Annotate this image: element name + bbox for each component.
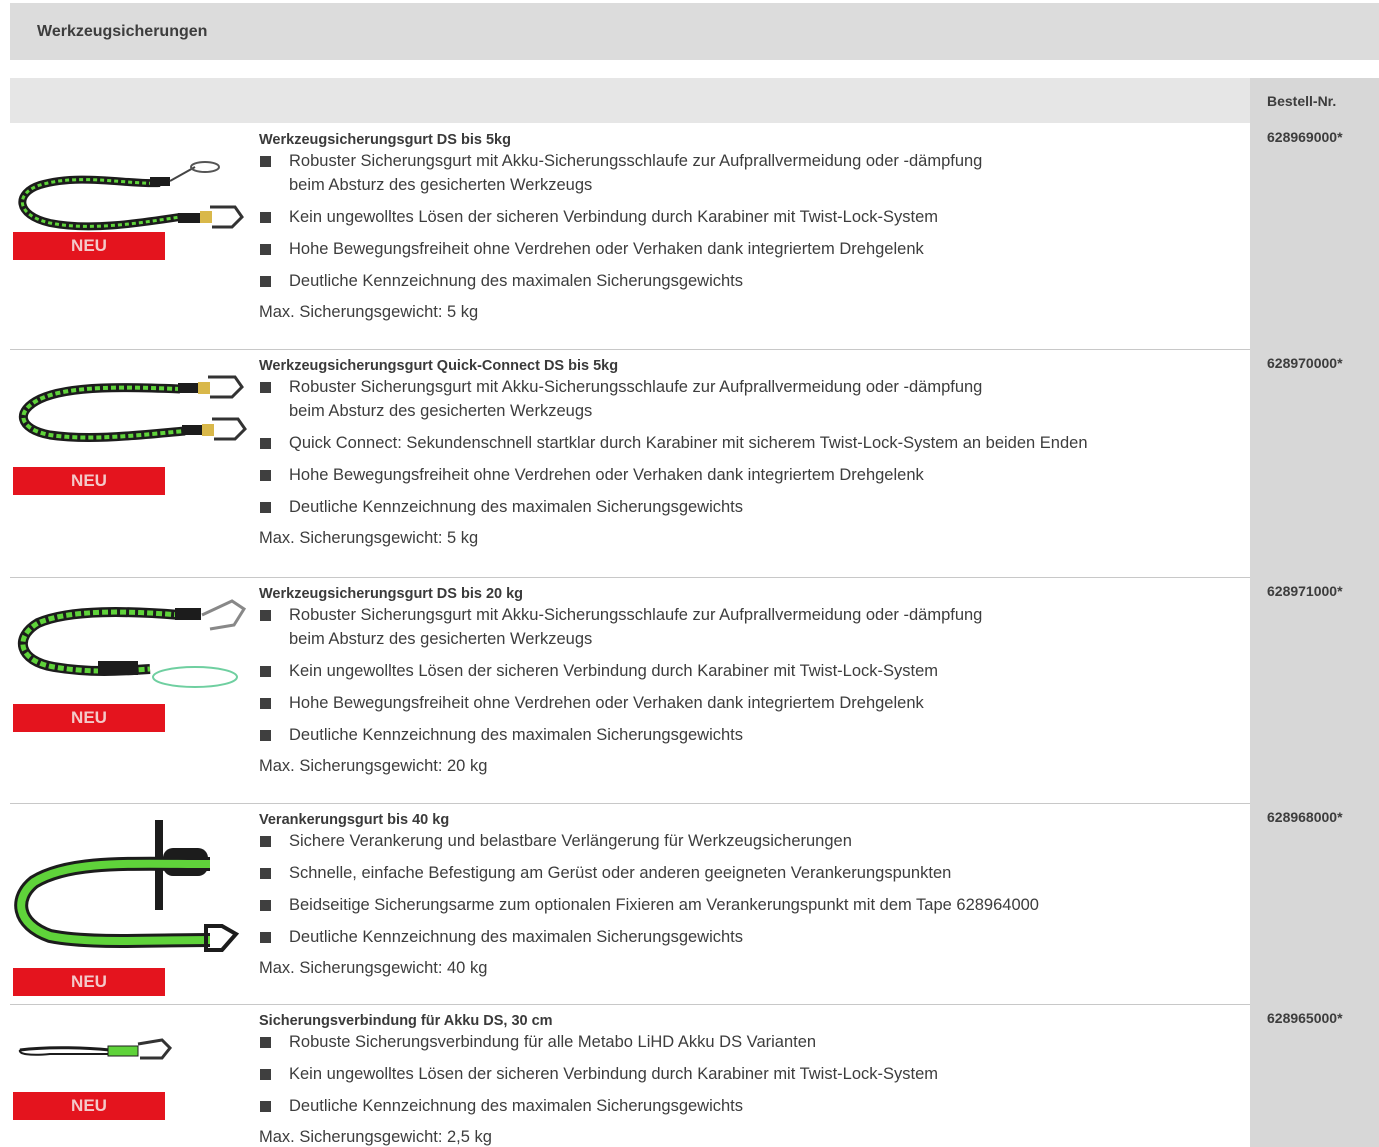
- product-image: NEU: [10, 1004, 250, 1147]
- max-weight: Max. Sicherungsgewicht: 20 kg: [259, 757, 488, 775]
- max-weight: Max. Sicherungsgewicht: 5 kg: [259, 529, 479, 547]
- product-image: NEU: [10, 577, 250, 803]
- new-badge: NEU: [13, 1092, 165, 1120]
- order-number: 628971000*: [1250, 577, 1379, 803]
- max-weight: Max. Sicherungsgewicht: 2,5 kg: [259, 1128, 492, 1146]
- bullet-square-icon: [260, 1101, 271, 1112]
- feature-bullet: Sichere Verankerung und belastbare Verlä…: [259, 829, 1249, 853]
- product-row: NEU Verankerungsgurt bis 40 kg Sichere V…: [10, 803, 1379, 1004]
- max-weight: Max. Sicherungsgewicht: 5 kg: [259, 303, 479, 321]
- quick-connect-lanyard-icon: [18, 375, 247, 443]
- feature-bullet: Hohe Bewegungsfreiheit ohne Verdrehen od…: [259, 463, 1249, 487]
- feature-bullet: Schnelle, einfache Befestigung am Gerüst…: [259, 861, 1249, 885]
- feature-bullet: Kein ungewolltes Lösen der sicheren Verb…: [259, 1062, 1249, 1086]
- feature-bullet: Robuste Sicherungsverbindung für alle Me…: [259, 1030, 1249, 1054]
- feature-bullet: Deutliche Kennzeichnung des maximalen Si…: [259, 495, 1249, 519]
- order-number: 628969000*: [1250, 123, 1379, 349]
- bullet-square-icon: [260, 470, 271, 481]
- product-title: Werkzeugsicherungsgurt Quick-Connect DS …: [259, 358, 619, 374]
- bullet-square-icon: [260, 276, 271, 287]
- feature-bullet: Deutliche Kennzeichnung des maximalen Si…: [259, 723, 1249, 747]
- battery-tether-icon: [18, 1038, 173, 1060]
- bullet-square-icon: [260, 244, 271, 255]
- bullet-square-icon: [260, 932, 271, 943]
- bullet-square-icon: [260, 156, 271, 167]
- product-image: NEU: [10, 803, 250, 1004]
- product-row: NEU Werkzeugsicherungsgurt DS bis 20 kg …: [10, 577, 1379, 803]
- new-badge: NEU: [13, 232, 165, 260]
- feature-bullet: Hohe Bewegungsfreiheit ohne Verdrehen od…: [259, 691, 1249, 715]
- order-number: 628968000*: [1250, 803, 1379, 1004]
- order-number: 628970000*: [1250, 349, 1379, 577]
- bullet-square-icon: [260, 382, 271, 393]
- product-title: Werkzeugsicherungsgurt DS bis 20 kg: [259, 586, 524, 602]
- heavy-lanyard-icon: [17, 599, 247, 688]
- product-row: NEU Sicherungsverbindung für Akku DS, 30…: [10, 1004, 1379, 1147]
- bullet-square-icon: [260, 868, 271, 879]
- product-title: Verankerungsgurt bis 40 kg: [259, 812, 450, 828]
- bullet-square-icon: [260, 610, 271, 621]
- max-weight: Max. Sicherungsgewicht: 40 kg: [259, 959, 488, 977]
- feature-bullet: Robuster Sicherungsgurt mit Akku-Sicheru…: [259, 375, 1249, 423]
- bullet-square-icon: [260, 698, 271, 709]
- feature-bullet: Robuster Sicherungsgurt mit Akku-Sicheru…: [259, 149, 1249, 197]
- feature-bullet: Hohe Bewegungsfreiheit ohne Verdrehen od…: [259, 237, 1249, 261]
- bullet-square-icon: [260, 502, 271, 513]
- product-row: NEU Werkzeugsicherungsgurt DS bis 5kg Ro…: [10, 123, 1379, 349]
- feature-bullet: Kein ungewolltes Lösen der sicheren Verb…: [259, 205, 1249, 229]
- order-number-column-header: Bestell-Nr.: [1250, 78, 1379, 123]
- product-row: NEU Werkzeugsicherungsgurt Quick-Connect…: [10, 349, 1379, 577]
- product-image: NEU: [10, 349, 250, 577]
- product-title: Sicherungsverbindung für Akku DS, 30 cm: [259, 1013, 553, 1029]
- feature-bullet: Deutliche Kennzeichnung des maximalen Si…: [259, 925, 1249, 949]
- bullet-square-icon: [260, 1069, 271, 1080]
- section-title: Werkzeugsicherungen: [10, 3, 1379, 60]
- feature-bullet: Deutliche Kennzeichnung des maximalen Si…: [259, 1094, 1249, 1118]
- feature-bullet: Beidseitige Sicherungsarme zum optionale…: [259, 893, 1249, 917]
- feature-bullet: Robuster Sicherungsgurt mit Akku-Sicheru…: [259, 603, 1249, 651]
- order-number: 628965000*: [1250, 1004, 1379, 1147]
- bullet-square-icon: [260, 666, 271, 677]
- product-title: Werkzeugsicherungsgurt DS bis 5kg: [259, 132, 511, 148]
- table-header: Bestell-Nr.: [10, 78, 1379, 123]
- feature-bullet: Quick Connect: Sekundenschnell startklar…: [259, 431, 1249, 455]
- new-badge: NEU: [13, 968, 165, 996]
- bullet-square-icon: [260, 212, 271, 223]
- new-badge: NEU: [13, 704, 165, 732]
- feature-bullet: Kein ungewolltes Lösen der sicheren Verb…: [259, 659, 1249, 683]
- bullet-square-icon: [260, 438, 271, 449]
- bullet-square-icon: [260, 836, 271, 847]
- new-badge: NEU: [13, 467, 165, 495]
- anchor-strap-icon: [14, 820, 240, 952]
- bullet-square-icon: [260, 730, 271, 741]
- bullet-square-icon: [260, 900, 271, 911]
- bullet-square-icon: [260, 1037, 271, 1048]
- product-image: NEU: [10, 123, 250, 349]
- feature-bullet: Deutliche Kennzeichnung des maximalen Si…: [259, 269, 1249, 293]
